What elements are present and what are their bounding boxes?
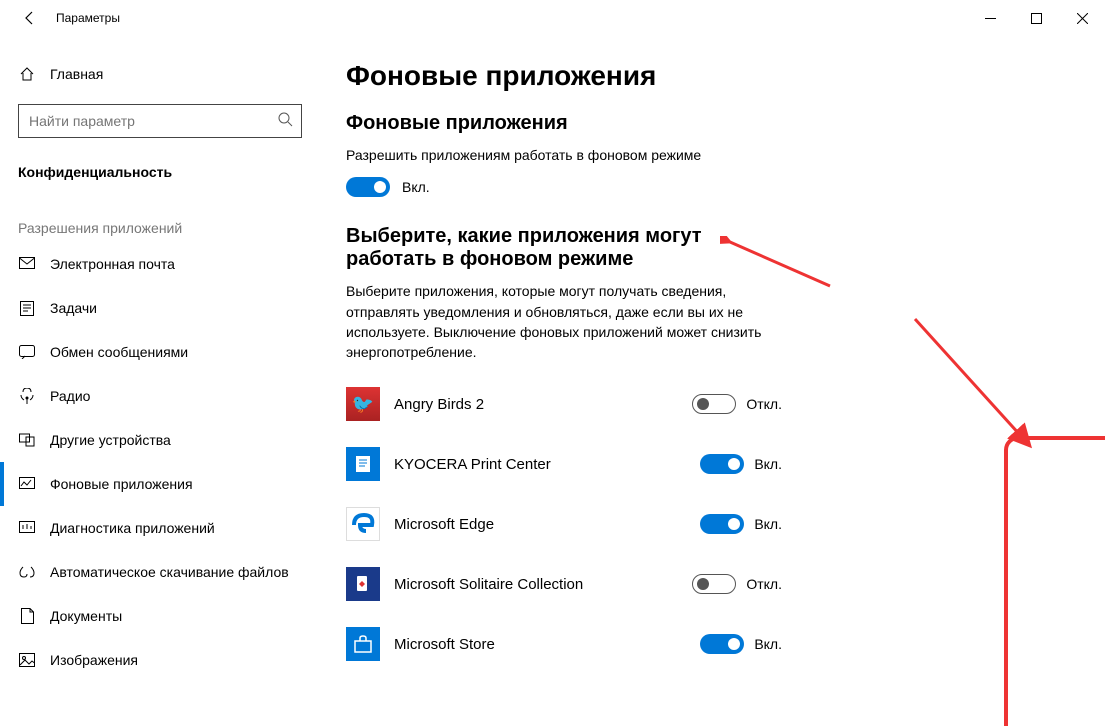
- app-toggle[interactable]: [700, 454, 744, 474]
- sidebar-item[interactable]: Автоматическое скачивание файлов: [0, 550, 320, 594]
- sidebar-item[interactable]: Изображения: [0, 638, 320, 682]
- sidebar-item-label: Электронная почта: [50, 256, 175, 272]
- sidebar-item-icon: [18, 653, 36, 667]
- app-icon: [346, 567, 380, 601]
- app-row: 🐦Angry Birds 2 Откл.: [346, 374, 806, 434]
- back-button[interactable]: [12, 10, 48, 26]
- sidebar-item[interactable]: Радио: [0, 374, 320, 418]
- sidebar-item-label: Обмен сообщениями: [50, 344, 188, 360]
- search-input[interactable]: [29, 113, 277, 129]
- app-icon: [346, 507, 380, 541]
- sidebar-item[interactable]: Электронная почта: [0, 242, 320, 286]
- app-row: KYOCERA Print Center Вкл.: [346, 434, 806, 494]
- app-row: Microsoft Solitaire Collection Откл.: [346, 554, 806, 614]
- home-label: Главная: [50, 66, 103, 82]
- sidebar-item-label: Изображения: [50, 652, 138, 668]
- sidebar-item-icon: [18, 345, 36, 359]
- app-toggle[interactable]: [692, 574, 736, 594]
- sidebar-item-icon: [18, 477, 36, 491]
- app-toggle-label: Вкл.: [754, 516, 782, 532]
- app-toggle-label: Откл.: [746, 396, 782, 412]
- sidebar-item-label: Документы: [50, 608, 122, 624]
- home-icon: [18, 66, 36, 82]
- main-content: Фоновые приложения Фоновые приложения Ра…: [320, 36, 1105, 726]
- sidebar-item[interactable]: Диагностика приложений: [0, 506, 320, 550]
- sidebar-item-label: Задачи: [50, 300, 97, 316]
- search-icon: [277, 111, 293, 132]
- sidebar-item-label: Фоновые приложения: [50, 476, 193, 492]
- window-title: Параметры: [48, 11, 120, 25]
- minimize-button[interactable]: [967, 2, 1013, 34]
- master-toggle-label: Вкл.: [402, 179, 430, 195]
- app-toggle[interactable]: [700, 514, 744, 534]
- title-bar: Параметры: [0, 0, 1105, 36]
- home-button[interactable]: Главная: [0, 52, 320, 96]
- app-name: Microsoft Edge: [380, 516, 700, 533]
- sidebar-item[interactable]: Другие устройства: [0, 418, 320, 462]
- search-box[interactable]: [18, 104, 302, 138]
- app-toggle[interactable]: [700, 634, 744, 654]
- sidebar-item[interactable]: Обмен сообщениями: [0, 330, 320, 374]
- app-name: Angry Birds 2: [380, 396, 692, 413]
- app-icon: [346, 627, 380, 661]
- close-button[interactable]: [1059, 2, 1105, 34]
- sidebar-item[interactable]: Документы: [0, 594, 320, 638]
- app-toggle-label: Вкл.: [754, 636, 782, 652]
- app-row: Microsoft Store Вкл.: [346, 614, 806, 674]
- app-icon: 🐦: [346, 387, 380, 421]
- page-title: Фоновые приложения: [346, 60, 1081, 92]
- sidebar-item-label: Автоматическое скачивание файлов: [50, 564, 289, 580]
- app-icon: [346, 447, 380, 481]
- sidebar-item-label: Диагностика приложений: [50, 520, 215, 536]
- section2-title: Выберите, какие приложения могут работат…: [346, 225, 786, 271]
- app-name: Microsoft Store: [380, 636, 700, 653]
- section2-desc: Выберите приложения, которые могут получ…: [346, 281, 776, 362]
- sidebar-item[interactable]: Фоновые приложения: [0, 462, 320, 506]
- master-toggle[interactable]: [346, 177, 390, 197]
- sidebar-item-icon: [18, 608, 36, 624]
- maximize-button[interactable]: [1013, 2, 1059, 34]
- sidebar-item[interactable]: Задачи: [0, 286, 320, 330]
- sidebar-item-icon: [18, 565, 36, 579]
- sidebar-group: Конфиденциальность: [0, 152, 320, 192]
- sidebar-section-label: Разрешения приложений: [0, 192, 320, 242]
- sidebar-item-label: Другие устройства: [50, 432, 171, 448]
- app-row: Microsoft Edge Вкл.: [346, 494, 806, 554]
- app-name: Microsoft Solitaire Collection: [380, 576, 692, 593]
- section1-title: Фоновые приложения: [346, 112, 1081, 135]
- sidebar-item-icon: [18, 388, 36, 404]
- sidebar-item-icon: [18, 300, 36, 316]
- app-toggle-label: Откл.: [746, 576, 782, 592]
- sidebar-item-icon: [18, 257, 36, 271]
- sidebar-item-label: Радио: [50, 388, 90, 404]
- app-toggle[interactable]: [692, 394, 736, 414]
- app-toggle-label: Вкл.: [754, 456, 782, 472]
- app-name: KYOCERA Print Center: [380, 456, 700, 473]
- section1-desc: Разрешить приложениям работать в фоновом…: [346, 145, 776, 165]
- sidebar-item-icon: [18, 433, 36, 447]
- sidebar: Главная Конфиденциальность Разрешения пр…: [0, 36, 320, 726]
- sidebar-item-icon: [18, 521, 36, 535]
